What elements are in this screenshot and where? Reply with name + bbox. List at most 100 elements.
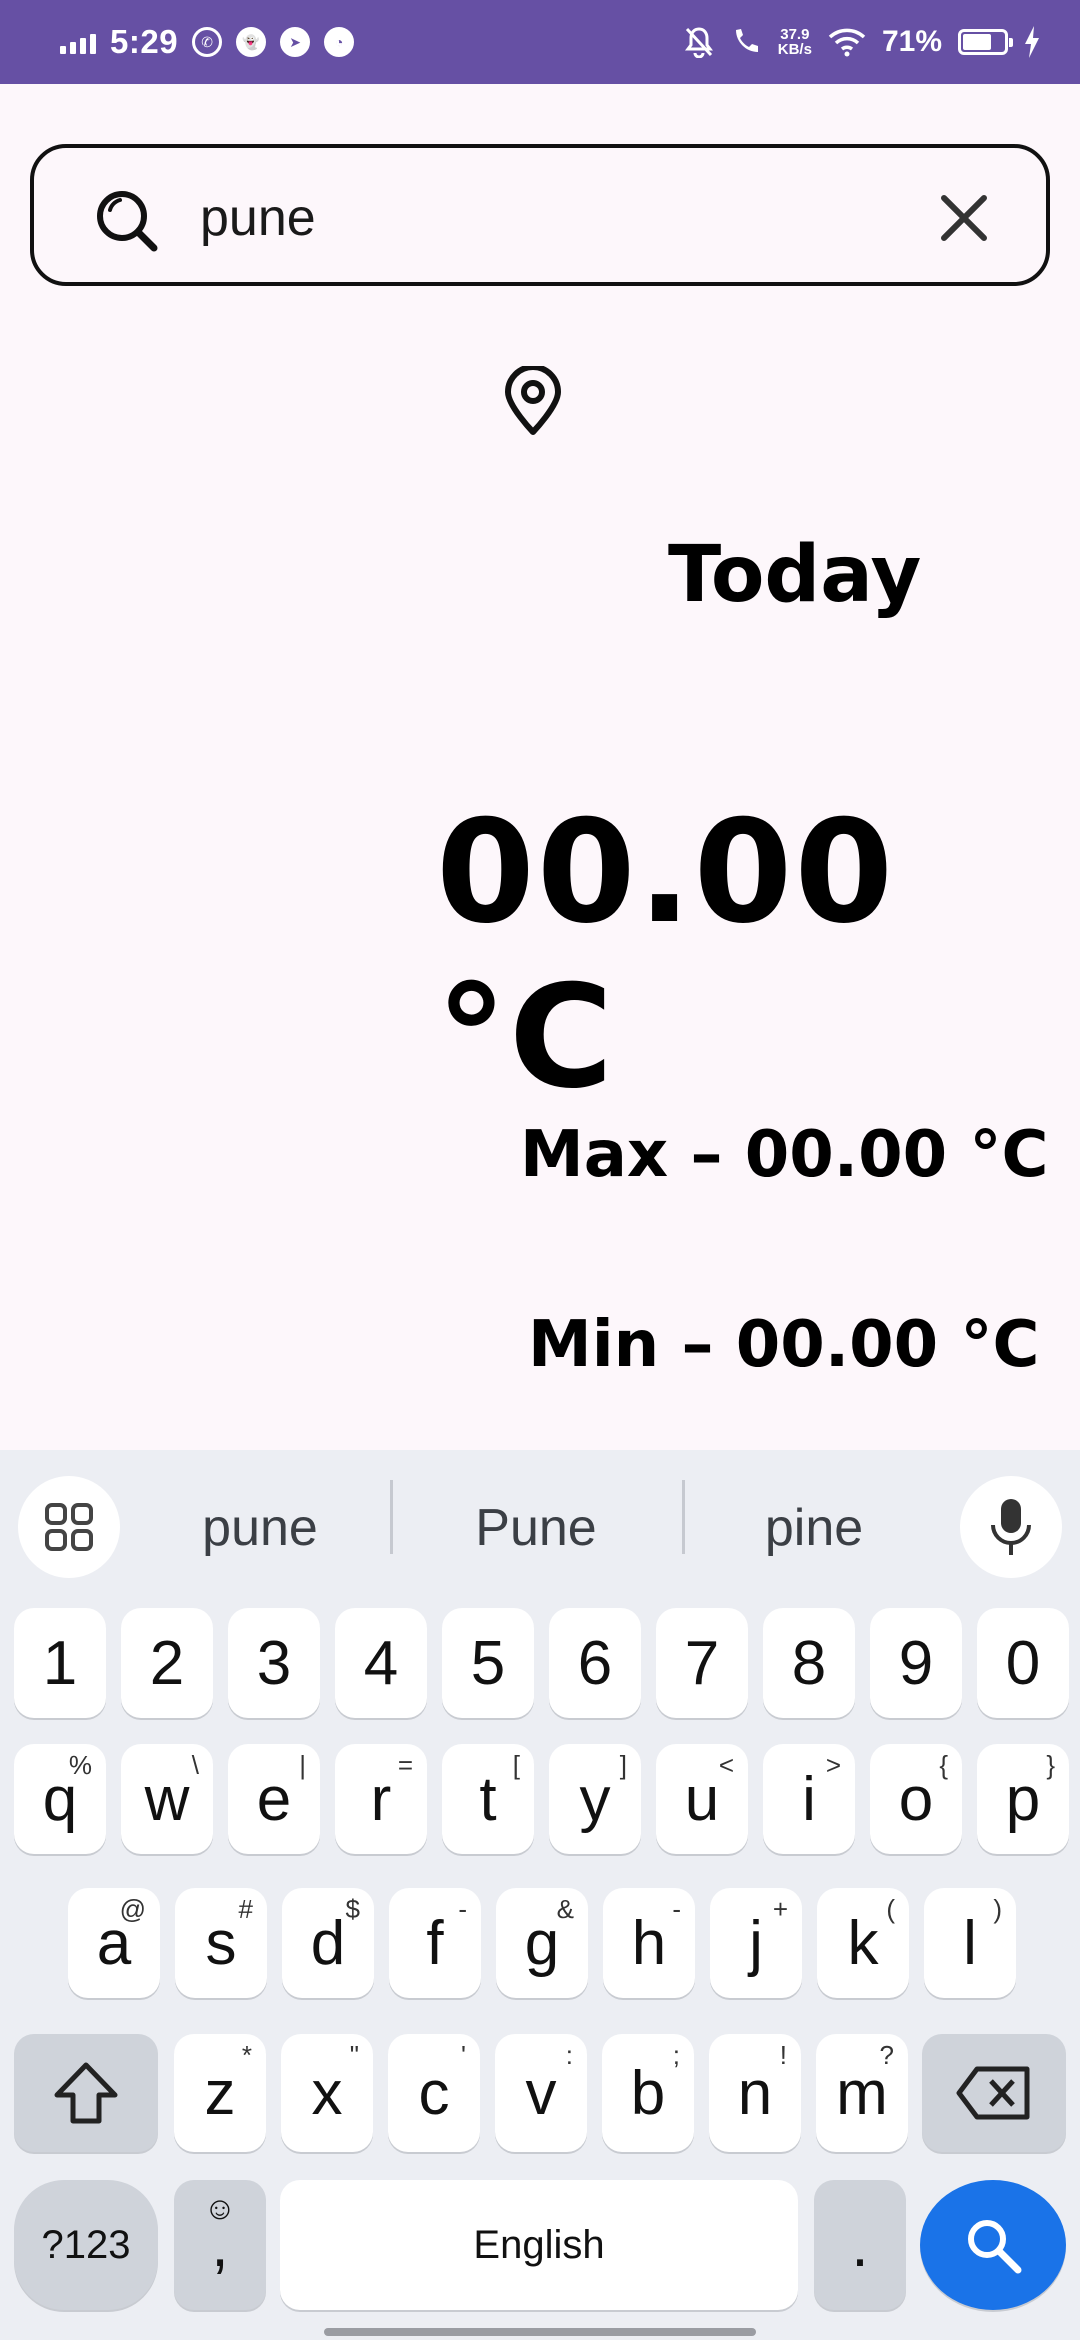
- key-6[interactable]: 6: [549, 1608, 641, 1718]
- key-label: s: [205, 1908, 237, 1978]
- key-hint: +: [772, 1894, 788, 1924]
- backspace-icon: [956, 2066, 1030, 2120]
- period-key[interactable]: .: [814, 2180, 906, 2310]
- key-label: d: [310, 1908, 346, 1978]
- key-2[interactable]: 2: [121, 1608, 213, 1718]
- key-hint: !: [779, 2040, 787, 2070]
- key-7[interactable]: 7: [656, 1608, 748, 1718]
- key-hint: >: [825, 1750, 841, 1780]
- grid-icon: [45, 1503, 93, 1551]
- key-u[interactable]: u <: [656, 1744, 748, 1854]
- suggestion-2[interactable]: Pune: [416, 1480, 656, 1576]
- wifi-calling-icon: [735, 29, 758, 52]
- key-h[interactable]: h-: [603, 1888, 695, 1998]
- apps-grid-button[interactable]: [18, 1476, 120, 1578]
- clock: 5:29: [110, 23, 179, 60]
- key-d[interactable]: d $: [282, 1888, 374, 1998]
- status-left: 5:29 ✆ 👻 ➤ ◔: [60, 18, 355, 66]
- shift-icon: [54, 2062, 118, 2124]
- key-z[interactable]: z *: [174, 2034, 266, 2152]
- key-label: t: [479, 1764, 497, 1834]
- symbols-key[interactable]: ?123: [14, 2180, 158, 2310]
- key-hint: &: [556, 1894, 574, 1924]
- key-label: 9: [898, 1628, 934, 1698]
- min-temperature: Min – 00.00 °C: [528, 1308, 1040, 1382]
- key-1[interactable]: 1: [14, 1608, 106, 1718]
- key-r[interactable]: r =: [335, 1744, 427, 1854]
- key-label: g: [524, 1908, 560, 1978]
- suggestion-1[interactable]: pune: [140, 1480, 380, 1576]
- home-indicator[interactable]: [324, 2328, 756, 2336]
- key-label: x: [311, 2058, 343, 2128]
- key-f[interactable]: f-: [389, 1888, 481, 1998]
- key-b[interactable]: b;: [602, 2034, 694, 2152]
- key-hint: ): [993, 1894, 1002, 1924]
- key-l[interactable]: l): [924, 1888, 1016, 1998]
- emoji-icon: ☺: [203, 2190, 237, 2226]
- search-bar[interactable]: [30, 144, 1050, 286]
- key-e[interactable]: e |: [228, 1744, 320, 1854]
- key-w[interactable]: w \: [121, 1744, 213, 1854]
- key-8[interactable]: 8: [763, 1608, 855, 1718]
- key-label: n: [737, 2058, 773, 2128]
- key-x[interactable]: x ": [281, 2034, 373, 2152]
- key-j[interactable]: j +: [710, 1888, 802, 1998]
- search-input[interactable]: [200, 178, 940, 258]
- key-a[interactable]: a @: [68, 1888, 160, 1998]
- key-k[interactable]: k(: [817, 1888, 909, 1998]
- key-label: b: [630, 2058, 666, 2128]
- suggestion-3[interactable]: pine: [694, 1480, 934, 1576]
- key-v[interactable]: v:: [495, 2034, 587, 2152]
- wifi-icon: [828, 28, 866, 57]
- key-o[interactable]: o{: [870, 1744, 962, 1854]
- key-hint: @: [119, 1894, 146, 1924]
- key-label: 6: [577, 1628, 613, 1698]
- key-m[interactable]: m?: [816, 2034, 908, 2152]
- key-0[interactable]: 0: [977, 1608, 1069, 1718]
- mute-bell-icon: [684, 27, 713, 58]
- voice-input-button[interactable]: [960, 1476, 1062, 1578]
- key-s[interactable]: s #: [175, 1888, 267, 1998]
- key-g[interactable]: g &: [496, 1888, 588, 1998]
- key-label: r: [370, 1764, 392, 1834]
- speedometer-icon: ◔: [324, 27, 355, 57]
- emoji-comma-key[interactable]: , ☺: [174, 2180, 266, 2310]
- key-label: 0: [1005, 1628, 1041, 1698]
- key-hint: \: [191, 1750, 199, 1780]
- key-y[interactable]: y]: [549, 1744, 641, 1854]
- close-icon[interactable]: [934, 188, 994, 248]
- key-n[interactable]: n!: [709, 2034, 801, 2152]
- key-3[interactable]: 3: [228, 1608, 320, 1718]
- shift-key[interactable]: [14, 2034, 158, 2152]
- key-hint: [: [512, 1750, 520, 1780]
- key-label: v: [525, 2058, 557, 2128]
- backspace-key[interactable]: [922, 2034, 1066, 2152]
- space-key[interactable]: English: [280, 2180, 798, 2310]
- key-t[interactable]: t[: [442, 1744, 534, 1854]
- snapchat-icon: 👻: [236, 27, 267, 57]
- location-pin-icon[interactable]: [502, 366, 564, 436]
- current-temperature: 00.00 °C: [436, 790, 896, 1120]
- key-hint: {: [939, 1750, 948, 1780]
- max-temperature: Max – 00.00 °C: [520, 1118, 1049, 1192]
- suggestion-divider: [682, 1480, 685, 1554]
- key-9[interactable]: 9: [870, 1608, 962, 1718]
- battery-fill: [963, 34, 991, 50]
- key-hint: ": [349, 2040, 359, 2070]
- signal-icon: [60, 30, 96, 54]
- key-label: e: [256, 1764, 292, 1834]
- key-i[interactable]: i >: [763, 1744, 855, 1854]
- key-label: 2: [149, 1628, 185, 1698]
- key-p[interactable]: p}: [977, 1744, 1069, 1854]
- key-label: 1: [42, 1628, 78, 1698]
- search-icon: [97, 191, 158, 252]
- telegram-icon: ➤: [280, 27, 311, 57]
- search-action-key[interactable]: [920, 2180, 1066, 2310]
- key-5[interactable]: 5: [442, 1608, 534, 1718]
- key-c[interactable]: c ': [388, 2034, 480, 2152]
- key-label: w: [144, 1764, 190, 1834]
- suggestion-strip: pune Pune pine: [0, 1450, 1080, 1580]
- key-4[interactable]: 4: [335, 1608, 427, 1718]
- key-q[interactable]: q%: [14, 1744, 106, 1854]
- key-label: j: [749, 1908, 763, 1978]
